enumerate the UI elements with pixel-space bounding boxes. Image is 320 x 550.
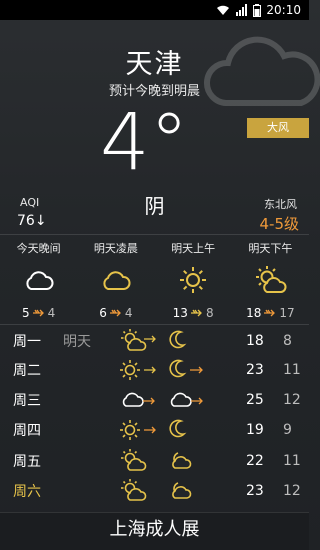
sun-cloud-icon — [121, 449, 147, 471]
wind-arrow-icon — [190, 309, 202, 317]
period-label: 明天上午 — [171, 242, 216, 255]
day-name: 周一 — [13, 334, 41, 350]
day-row[interactable]: 周六 23 12 — [0, 476, 309, 506]
status-time: 20:10 — [266, 3, 301, 17]
wifi-icon — [217, 5, 230, 15]
period-high: 18 — [246, 306, 262, 320]
sun-cloud-icon — [121, 479, 147, 501]
wind-level: 4-5级 — [259, 215, 300, 233]
period-item[interactable]: 明天下午 18 17 — [232, 240, 309, 322]
battery-icon — [253, 3, 262, 17]
day-low: 11 — [283, 453, 301, 469]
day-note: 明天 — [63, 334, 91, 350]
period-high: 13 — [172, 306, 188, 320]
period-item[interactable]: 明天上午 13 8 — [155, 240, 232, 322]
moon-icon — [169, 330, 187, 349]
day-row[interactable]: 周四 19 9 — [0, 415, 309, 445]
cloud-icon — [122, 392, 155, 407]
wind-arrow-icon — [32, 309, 44, 317]
moon-icon — [169, 359, 203, 378]
day-low: 11 — [283, 362, 301, 378]
moon-cloud-icon — [172, 452, 192, 469]
day-name: 周五 — [13, 454, 41, 470]
signal-icon — [236, 4, 248, 16]
bottom-banner[interactable]: 上海成人展 — [0, 512, 309, 550]
period-label: 明天凌晨 — [93, 242, 138, 255]
wind-arrow-icon — [109, 309, 121, 317]
wind-direction: 东北风 — [264, 198, 297, 211]
cloud-yellow-icon — [103, 271, 131, 290]
sun-icon — [120, 420, 156, 440]
sun-cloud-icon — [121, 329, 156, 351]
day-low: 12 — [283, 392, 301, 408]
divider — [0, 234, 309, 235]
moon-cloud-icon — [172, 482, 192, 499]
period-low: 4 — [124, 306, 133, 320]
period-low: 8 — [205, 306, 214, 320]
city-name[interactable]: 天津 — [0, 42, 309, 81]
day-row[interactable]: 周一 明天 18 8 — [0, 326, 309, 356]
moon-icon — [169, 419, 187, 438]
period-low: 4 — [47, 306, 56, 320]
day-name: 周六 — [13, 484, 41, 500]
day-high: 22 — [246, 453, 264, 469]
day-name: 周四 — [13, 423, 41, 439]
day-low: 12 — [283, 483, 301, 499]
day-high: 23 — [246, 483, 264, 499]
period-label: 今天晚间 — [16, 242, 61, 255]
period-item[interactable]: 明天凌晨 6 4 — [77, 240, 154, 322]
day-row[interactable]: 周三 25 12 — [0, 385, 309, 415]
day-high: 18 — [246, 333, 264, 349]
day-high: 23 — [246, 362, 264, 378]
period-forecast: 今天晚间 5 4 明天凌晨 6 4 明天上午 13 8 明天下午 18 17 — [0, 240, 309, 322]
period-high: 6 — [99, 306, 107, 320]
day-high: 25 — [246, 392, 264, 408]
sun-cloud-icon — [256, 266, 287, 293]
period-item[interactable]: 今天晚间 5 4 — [0, 240, 77, 322]
period-high: 5 — [21, 306, 30, 320]
forecast-note: 预计今晚到明晨 — [108, 84, 200, 99]
day-name: 周三 — [13, 393, 41, 409]
day-low: 9 — [283, 422, 292, 438]
day-low: 8 — [283, 333, 292, 349]
current-temperature: 4° — [100, 98, 189, 188]
period-low: 17 — [279, 306, 295, 320]
day-row[interactable]: 周二 23 11 — [0, 355, 309, 385]
sun-icon — [120, 360, 156, 380]
day-row[interactable]: 周五 22 11 — [0, 446, 309, 476]
day-name: 周二 — [13, 363, 41, 379]
cloud-icon — [26, 271, 54, 290]
weather-alert-badge[interactable]: 大风 — [247, 118, 309, 138]
period-label: 明天下午 — [248, 242, 293, 255]
day-high: 19 — [246, 422, 264, 438]
status-bar: 20:10 — [0, 0, 309, 20]
sun-icon — [180, 267, 207, 293]
wind-arrow-icon — [264, 309, 276, 317]
cloud-icon — [170, 392, 203, 407]
divider — [0, 324, 309, 325]
